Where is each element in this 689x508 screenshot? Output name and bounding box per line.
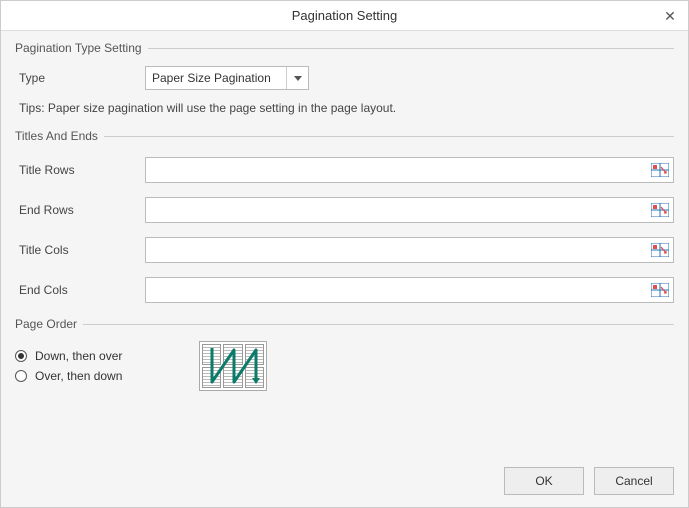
type-label: Type: [15, 71, 145, 85]
page-order-body: Down, then over Over, then down: [15, 341, 674, 391]
group-page-order: Page Order Down, then over Over, then do…: [15, 317, 674, 391]
group-header: Pagination Type Setting: [15, 41, 674, 55]
end-rows-input[interactable]: [146, 198, 647, 222]
chevron-down-icon: [286, 67, 308, 89]
group-header: Page Order: [15, 317, 674, 331]
type-row: Type Paper Size Pagination: [15, 65, 674, 91]
type-select[interactable]: Paper Size Pagination: [145, 66, 309, 90]
end-rows-picker-button[interactable]: [647, 198, 673, 222]
titlebar: Pagination Setting ✕: [1, 1, 688, 31]
radio-over-then-down[interactable]: Over, then down: [15, 369, 175, 383]
range-picker-icon: [651, 163, 669, 177]
button-label: Cancel: [615, 474, 652, 488]
divider: [104, 136, 674, 137]
title-cols-row: Title Cols: [15, 237, 674, 263]
title-rows-label: Title Rows: [15, 163, 145, 177]
close-icon: ✕: [664, 8, 676, 25]
page-order-radios: Down, then over Over, then down: [15, 343, 175, 389]
end-cols-input[interactable]: [146, 278, 647, 302]
end-rows-row: End Rows: [15, 197, 674, 223]
ok-button[interactable]: OK: [504, 467, 584, 495]
title-rows-input[interactable]: [146, 158, 647, 182]
title-cols-label: Title Cols: [15, 243, 145, 257]
end-cols-label: End Cols: [15, 283, 145, 297]
title-cols-picker-button[interactable]: [647, 238, 673, 262]
radio-down-then-over[interactable]: Down, then over: [15, 349, 175, 363]
dialog-content: Pagination Type Setting Type Paper Size …: [1, 31, 688, 455]
group-legend: Page Order: [15, 317, 83, 331]
dialog-title: Pagination Setting: [292, 8, 398, 23]
group-titles-ends: Titles And Ends Title Rows: [15, 129, 674, 303]
z-arrow-icon: [200, 342, 268, 392]
title-rows-input-wrap: [145, 157, 674, 183]
divider: [148, 48, 674, 49]
page-order-preview: [199, 341, 267, 391]
cancel-button[interactable]: Cancel: [594, 467, 674, 495]
dialog-buttons: OK Cancel: [1, 455, 688, 507]
end-cols-row: End Cols: [15, 277, 674, 303]
group-legend: Pagination Type Setting: [15, 41, 148, 55]
end-cols-input-wrap: [145, 277, 674, 303]
close-button[interactable]: ✕: [652, 1, 688, 31]
title-cols-input[interactable]: [146, 238, 647, 262]
title-rows-picker-button[interactable]: [647, 158, 673, 182]
group-legend: Titles And Ends: [15, 129, 104, 143]
title-cols-input-wrap: [145, 237, 674, 263]
range-picker-icon: [651, 243, 669, 257]
range-picker-icon: [651, 283, 669, 297]
radio-icon: [15, 370, 27, 382]
radio-label: Over, then down: [35, 369, 122, 383]
title-rows-row: Title Rows: [15, 157, 674, 183]
divider: [83, 324, 674, 325]
radio-icon: [15, 350, 27, 362]
end-cols-picker-button[interactable]: [647, 278, 673, 302]
button-label: OK: [535, 474, 552, 488]
type-selected-value: Paper Size Pagination: [152, 71, 271, 85]
tips-text: Tips: Paper size pagination will use the…: [15, 101, 674, 115]
end-rows-label: End Rows: [15, 203, 145, 217]
group-header: Titles And Ends: [15, 129, 674, 143]
pagination-setting-dialog: Pagination Setting ✕ Pagination Type Set…: [0, 0, 689, 508]
end-rows-input-wrap: [145, 197, 674, 223]
radio-label: Down, then over: [35, 349, 122, 363]
group-pagination-type: Pagination Type Setting Type Paper Size …: [15, 41, 674, 115]
range-picker-icon: [651, 203, 669, 217]
